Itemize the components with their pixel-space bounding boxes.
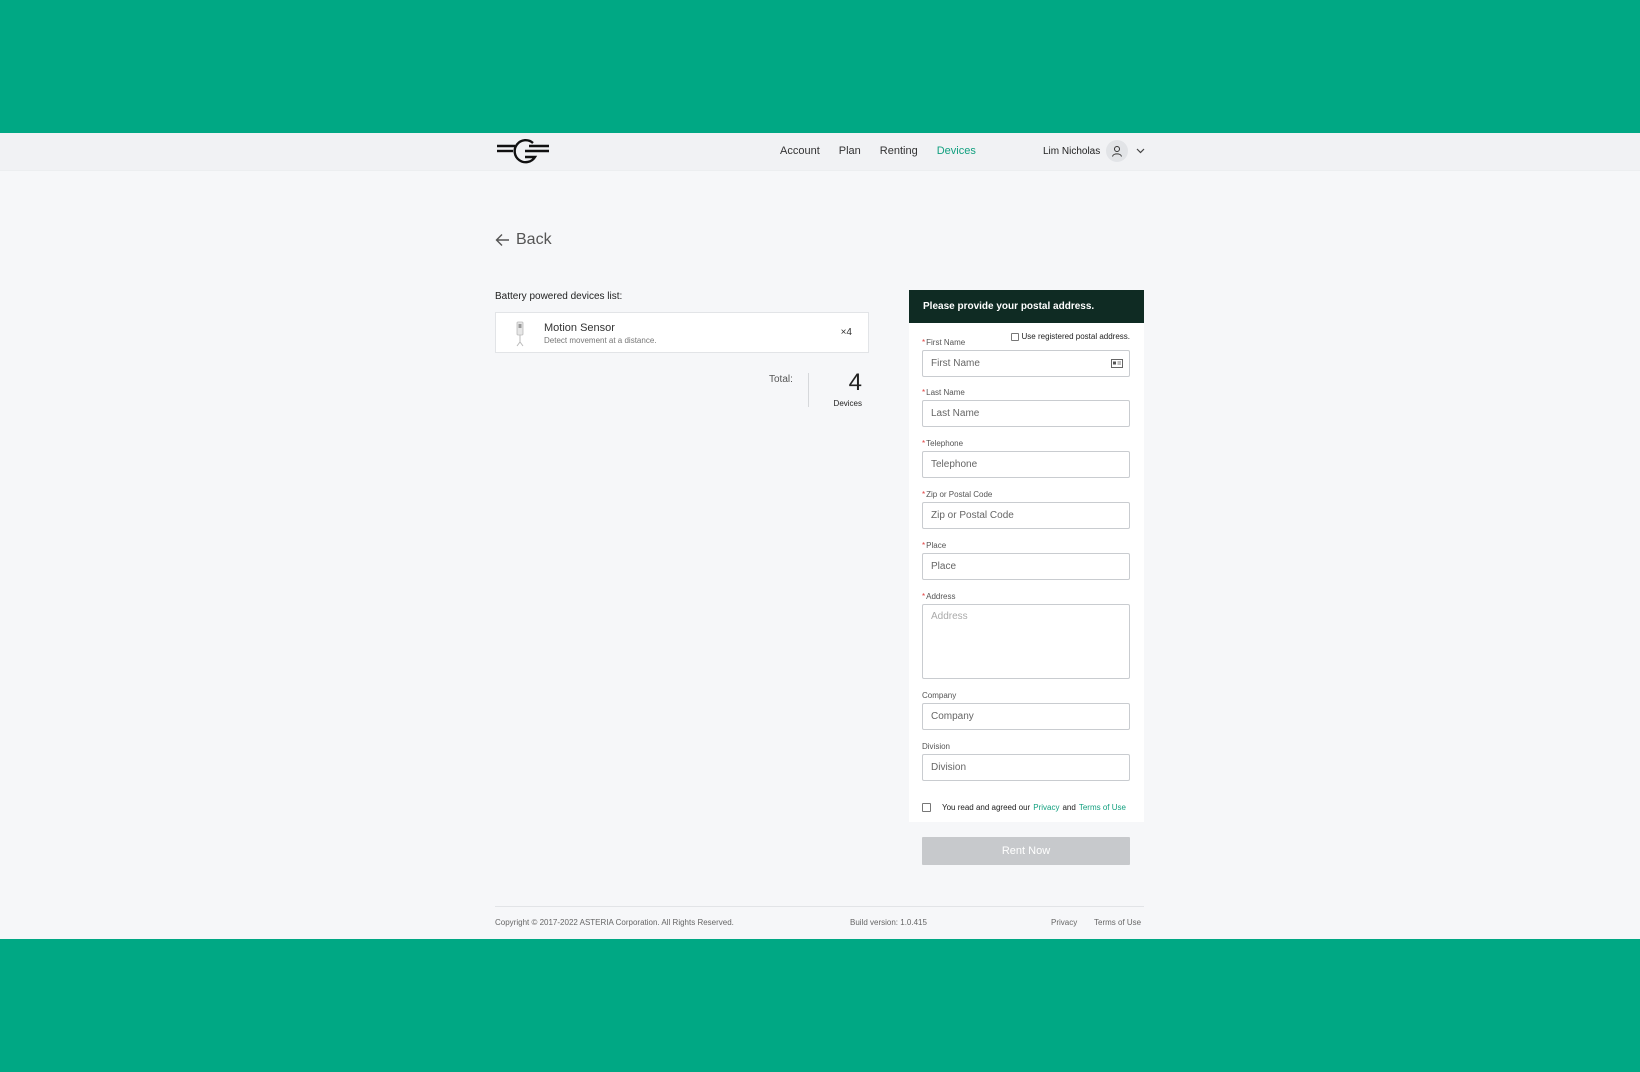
app-window: Account Plan Renting Devices Lim Nichola… <box>0 133 1640 939</box>
total-count: 4 <box>848 369 862 396</box>
agree-checkbox[interactable] <box>922 803 931 812</box>
total-divider <box>808 373 809 407</box>
place-field[interactable]: Place <box>922 553 1130 580</box>
device-description: Detect movement at a distance. <box>544 336 657 345</box>
user-name: Lim Nicholas <box>1043 145 1101 157</box>
top-navigation-bar: Account Plan Renting Devices Lim Nichola… <box>0 133 1640 171</box>
division-field[interactable]: Division <box>922 754 1130 781</box>
user-icon <box>1112 146 1123 157</box>
nav-account[interactable]: Account <box>780 144 820 158</box>
last-name-label: *Last Name <box>922 388 965 397</box>
back-button[interactable]: Back <box>495 231 552 249</box>
terms-link[interactable]: Terms of Use <box>1079 803 1126 812</box>
footer-privacy-link[interactable]: Privacy <box>1051 918 1077 927</box>
back-label: Back <box>516 231 552 248</box>
build-version: Build version: 1.0.415 <box>850 918 927 927</box>
first-name-label: *First Name <box>922 338 966 347</box>
agree-and: and <box>1062 803 1076 812</box>
company-label: Company <box>922 691 957 700</box>
footer-divider <box>495 906 1144 907</box>
address-label: *Address <box>922 592 956 601</box>
rent-now-button[interactable]: Rent Now <box>922 837 1130 865</box>
total-unit: Devices <box>833 399 862 408</box>
postal-address-form: Please provide your postal address. Use … <box>909 290 1144 822</box>
division-label: Division <box>922 742 951 751</box>
device-name: Motion Sensor <box>544 322 615 334</box>
contact-card-icon[interactable] <box>1111 359 1123 368</box>
footer-terms-link[interactable]: Terms of Use <box>1094 918 1141 927</box>
arrow-left-icon <box>495 234 509 246</box>
nav-devices[interactable]: Devices <box>937 144 976 158</box>
telephone-label: *Telephone <box>922 439 964 448</box>
devices-list-title: Battery powered devices list: <box>495 291 623 302</box>
brand-logo-icon[interactable] <box>495 137 551 167</box>
device-quantity: ×4 <box>840 327 852 338</box>
zip-field[interactable]: Zip or Postal Code <box>922 502 1130 529</box>
use-registered-address-toggle[interactable]: Use registered postal address. <box>1010 332 1131 341</box>
user-menu[interactable]: Lim Nicholas <box>1043 139 1145 163</box>
terms-agreement: You read and agreed our Privacy and Term… <box>922 803 1129 812</box>
main-nav: Account Plan Renting Devices <box>780 144 995 158</box>
use-registered-label: Use registered postal address. <box>1021 332 1131 341</box>
nav-renting[interactable]: Renting <box>880 144 918 158</box>
list-item: Motion Sensor Detect movement at a dista… <box>495 312 869 353</box>
agree-text: You read and agreed our <box>942 803 1031 812</box>
zip-label: *Zip or Postal Code <box>922 490 993 499</box>
total-label: Total: <box>769 374 793 385</box>
avatar[interactable] <box>1106 140 1129 162</box>
telephone-field[interactable]: Telephone <box>922 451 1130 478</box>
first-name-field[interactable]: First Name <box>922 350 1130 377</box>
form-header: Please provide your postal address. <box>909 290 1144 323</box>
motion-sensor-icon <box>516 321 524 347</box>
privacy-link[interactable]: Privacy <box>1033 803 1059 812</box>
use-registered-checkbox[interactable] <box>1010 332 1019 341</box>
chevron-down-icon[interactable] <box>1135 146 1145 156</box>
last-name-field[interactable]: Last Name <box>922 400 1130 427</box>
company-field[interactable]: Company <box>922 703 1130 730</box>
place-label: *Place <box>922 541 947 550</box>
address-textarea[interactable]: Address <box>922 604 1130 679</box>
nav-plan[interactable]: Plan <box>839 144 861 158</box>
copyright-text: Copyright © 2017-2022 ASTERIA Corporatio… <box>495 918 734 927</box>
